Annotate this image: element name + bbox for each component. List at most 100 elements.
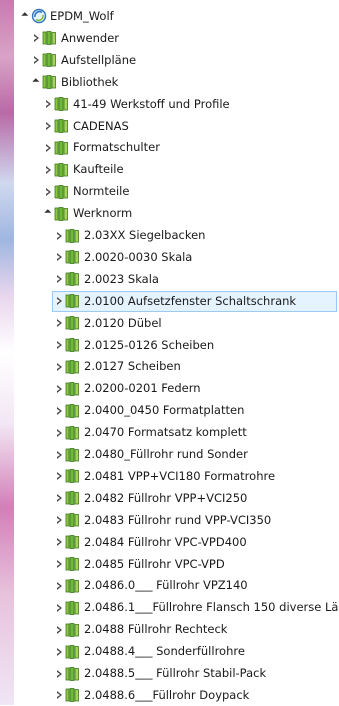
expand-arrow-icon[interactable] xyxy=(43,159,53,180)
expand-arrow-icon[interactable] xyxy=(54,597,64,618)
tree-item-label: Aufstellpläne xyxy=(61,52,137,67)
tree-item-werknorm[interactable]: 2.0200-0201 Federn xyxy=(14,378,339,399)
folder-icon xyxy=(42,53,58,68)
folder-icon xyxy=(65,338,81,352)
tree-item-bibliothek[interactable]: CADENAS xyxy=(14,116,339,137)
expand-arrow-icon[interactable] xyxy=(54,575,64,596)
folder-icon xyxy=(65,359,81,374)
tree-item-werknorm[interactable]: 2.0023 Skala xyxy=(14,269,339,290)
tree-item-label: 2.0486.0___ Füllrohr VPZ140 xyxy=(84,578,248,593)
tree-item-werknorm[interactable]: 2.0400_0450 Formatplatten xyxy=(14,400,339,421)
tree-item-root[interactable]: EPDM_Wolf xyxy=(14,6,339,27)
tree-item-label: Kaufteile xyxy=(73,162,124,177)
tree-item-werknorm[interactable]: 2.0482 Füllrohr VPP+VCI250 xyxy=(14,488,339,509)
expand-arrow-icon[interactable] xyxy=(43,137,53,158)
tree-item-label: 2.0120 Dübel xyxy=(84,315,162,330)
tree-item-level1[interactable]: Bibliothek xyxy=(14,72,339,93)
expand-arrow-icon[interactable] xyxy=(54,641,64,662)
expand-arrow-icon[interactable] xyxy=(43,181,53,202)
tree-item-werknorm[interactable]: 2.0120 Dübel xyxy=(14,313,339,334)
expand-arrow-icon[interactable] xyxy=(54,378,64,399)
expand-arrow-icon[interactable] xyxy=(54,400,64,421)
tree-item-label: 2.0484 Füllrohr VPC-VPD400 xyxy=(84,534,247,549)
expand-arrow-icon[interactable] xyxy=(54,356,64,377)
tree-item-label: 2.0470 Formatsatz komplett xyxy=(84,425,247,440)
folder-icon xyxy=(42,31,58,46)
tree-item-label: 2.0127 Scheiben xyxy=(84,359,181,374)
expand-arrow-icon[interactable] xyxy=(54,225,64,246)
expand-arrow-icon[interactable] xyxy=(54,663,64,684)
tree-item-werknorm[interactable]: 2.0488.6___Füllrohr Doypack xyxy=(14,685,339,706)
folder-icon xyxy=(65,272,81,287)
tree-item-label: Bibliothek xyxy=(61,74,119,89)
folder-icon xyxy=(65,622,81,637)
folder-icon xyxy=(54,119,70,133)
tree-item-werknorm[interactable]: 2.0100 Aufsetzfenster Schaltschrank xyxy=(14,290,339,312)
tree-item-werknorm[interactable]: 2.0480_Füllrohr rund Sonder xyxy=(14,444,339,465)
expand-arrow-icon[interactable] xyxy=(31,50,41,71)
expand-arrow-icon[interactable] xyxy=(54,291,64,312)
expand-arrow-icon[interactable] xyxy=(54,335,64,356)
tree-item-werknorm[interactable]: 2.0486.1___Füllrohre Flansch 150 diverse… xyxy=(14,597,339,618)
tree-item-werknorm[interactable]: 2.0488 Füllrohr Rechteck xyxy=(14,619,339,640)
tree-item-level1[interactable]: Aufstellpläne xyxy=(14,50,339,71)
tree-item-label: CADENAS xyxy=(73,118,129,133)
tree-item-werknorm[interactable]: 2.0484 Füllrohr VPC-VPD400 xyxy=(14,532,339,553)
tree-item-werknorm[interactable]: 2.0481 VPP+VCI180 Formatrohre xyxy=(14,466,339,487)
expand-arrow-icon[interactable] xyxy=(43,94,53,115)
tree-item-label: 2.0486.1___Füllrohre Flansch 150 diverse… xyxy=(84,600,339,615)
tree-item-label: 2.0480_Füllrohr rund Sonder xyxy=(84,447,248,461)
expand-arrow-icon[interactable] xyxy=(54,269,64,290)
expand-arrow-icon[interactable] xyxy=(54,554,64,575)
expand-arrow-icon[interactable] xyxy=(54,532,64,553)
folder-icon xyxy=(65,600,81,615)
tree-item-label: Anwender xyxy=(61,30,120,45)
expand-arrow-icon[interactable] xyxy=(54,422,64,443)
tree-item-werknorm[interactable]: 2.0488.5___ Füllrohr Stabil-Pack xyxy=(14,663,339,684)
folder-icon xyxy=(65,403,81,418)
tree-item-label: 2.0482 Füllrohr VPP+VCI250 xyxy=(84,490,248,505)
tree-item-level1[interactable]: Anwender xyxy=(14,28,339,49)
tree-item-label: 2.0488.5___ Füllrohr Stabil-Pack xyxy=(84,666,267,680)
tree-item-werknorm[interactable]: 2.0488.4___ Sonderfüllrohre xyxy=(14,641,339,662)
tree-item-werknorm[interactable]: 2.0020-0030 Skala xyxy=(14,247,339,268)
tree-item-label: 2.0485 Füllrohr VPC-VPD xyxy=(84,556,225,571)
tree-item-werknorm[interactable]: 2.03XX Siegelbacken xyxy=(14,225,339,246)
tree-item-bibliothek[interactable]: 41-49 Werkstoff und Profile xyxy=(14,94,339,115)
expand-arrow-icon[interactable] xyxy=(54,488,64,509)
tree-item-werknorm[interactable]: 2.0470 Formatsatz komplett xyxy=(14,422,339,443)
tree-item-bibliothek[interactable]: Werknorm xyxy=(14,203,339,224)
tree-item-werknorm[interactable]: 2.0485 Füllrohr VPC-VPD xyxy=(14,554,339,575)
collapse-arrow-icon[interactable] xyxy=(43,203,53,224)
expand-arrow-icon[interactable] xyxy=(54,466,64,487)
expand-arrow-icon[interactable] xyxy=(43,116,53,137)
tree-item-bibliothek[interactable]: Formatschulter xyxy=(14,137,339,158)
collapse-arrow-icon[interactable] xyxy=(20,6,30,27)
tree-item-bibliothek[interactable]: Normteile xyxy=(14,181,339,202)
tree-item-label: 2.0481 VPP+VCI180 Formatrohre xyxy=(84,468,276,483)
expand-arrow-icon[interactable] xyxy=(54,619,64,640)
expand-arrow-icon[interactable] xyxy=(54,313,64,334)
folder-icon xyxy=(65,491,81,506)
tree-item-label: 2.0488 Füllrohr Rechteck xyxy=(84,622,228,637)
folder-icon xyxy=(54,97,70,111)
folder-icon xyxy=(54,206,70,221)
tree-item-label: 2.0488.4___ Sonderfüllrohre xyxy=(84,644,245,659)
tree-item-werknorm[interactable]: 2.0127 Scheiben xyxy=(14,356,339,377)
expand-arrow-icon[interactable] xyxy=(31,28,41,49)
folder-icon xyxy=(65,535,81,549)
expand-arrow-icon[interactable] xyxy=(54,247,64,268)
tree-item-werknorm[interactable]: 2.0125-0126 Scheiben xyxy=(14,335,339,356)
tree-item-werknorm[interactable]: 2.0483 Füllrohr rund VPP-VCI350 xyxy=(14,510,339,531)
tree-item-bibliothek[interactable]: Kaufteile xyxy=(14,159,339,180)
tree-item-werknorm[interactable]: 2.0486.0___ Füllrohr VPZ140 xyxy=(14,575,339,596)
folder-icon xyxy=(65,250,81,265)
folder-icon xyxy=(65,513,81,528)
collapse-arrow-icon[interactable] xyxy=(31,72,41,93)
folder-icon xyxy=(65,381,81,396)
folder-icon xyxy=(65,578,81,593)
expand-arrow-icon[interactable] xyxy=(54,685,64,706)
tree-item-label: 2.0100 Aufsetzfenster Schaltschrank xyxy=(84,293,297,308)
expand-arrow-icon[interactable] xyxy=(54,444,64,465)
expand-arrow-icon[interactable] xyxy=(54,510,64,531)
